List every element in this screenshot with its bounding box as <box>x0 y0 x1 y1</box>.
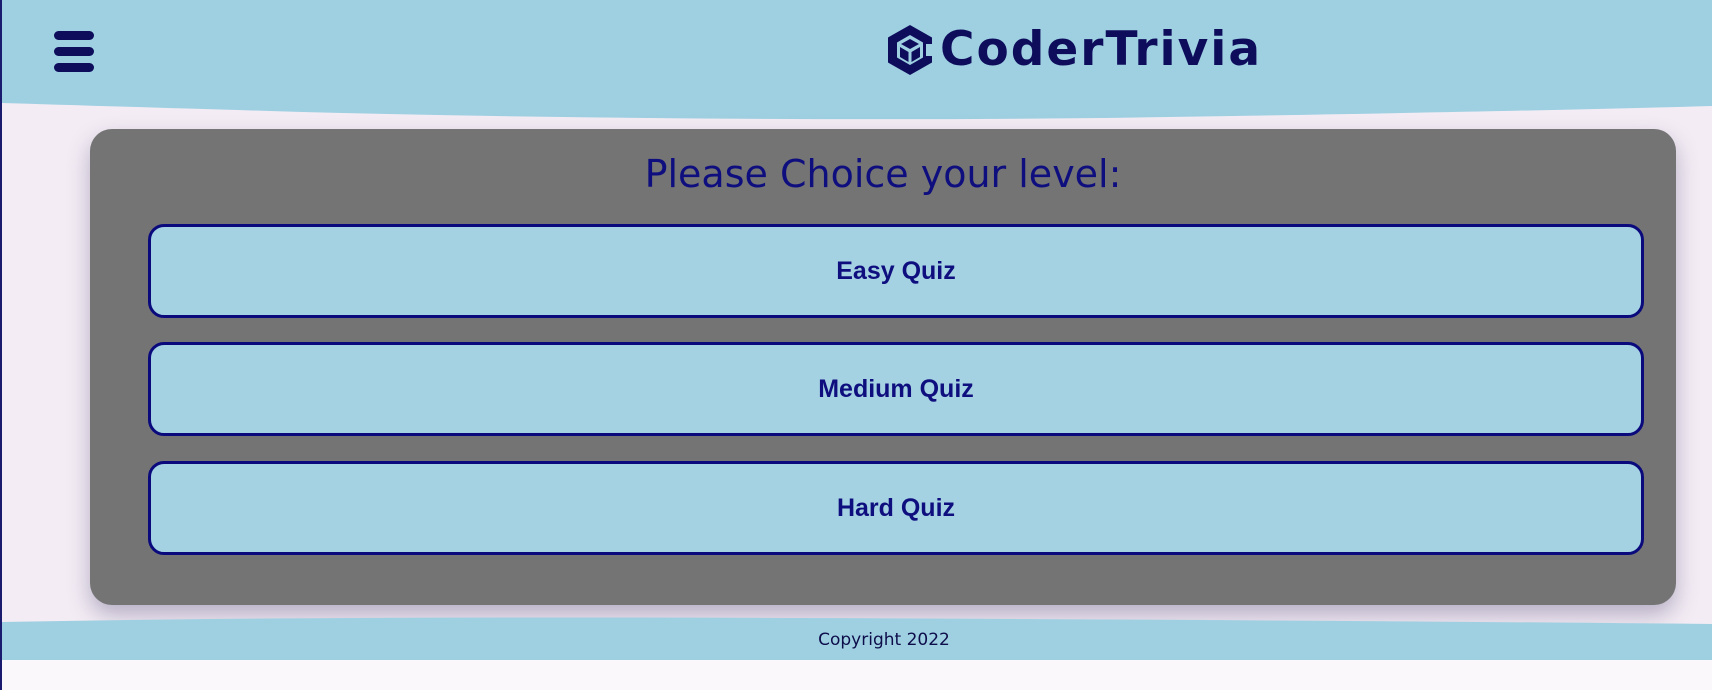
hard-quiz-button[interactable]: Hard Quiz <box>148 461 1644 555</box>
site-header: CoderTrivia <box>2 0 1712 120</box>
menu-bar-middle <box>54 47 94 56</box>
brand-logo-link[interactable]: CoderTrivia <box>882 20 1262 80</box>
brand-name: CoderTrivia <box>940 22 1263 77</box>
level-selection-card: Please Choice your level: Easy Quiz Medi… <box>90 129 1676 605</box>
level-heading: Please Choice your level: <box>644 152 1122 196</box>
header-wave-background <box>2 0 1712 120</box>
menu-bar-bottom <box>54 63 94 72</box>
menu-bar-top <box>54 31 94 40</box>
copyright-text: Copyright 2022 <box>818 630 950 650</box>
hexagon-cube-c-icon <box>888 25 936 75</box>
site-footer: Copyright 2022 <box>2 614 1712 660</box>
page-bottom-strip <box>2 660 1712 690</box>
easy-quiz-button[interactable]: Easy Quiz <box>148 224 1644 318</box>
medium-quiz-button[interactable]: Medium Quiz <box>148 342 1644 436</box>
hamburger-menu-icon[interactable] <box>52 28 98 76</box>
